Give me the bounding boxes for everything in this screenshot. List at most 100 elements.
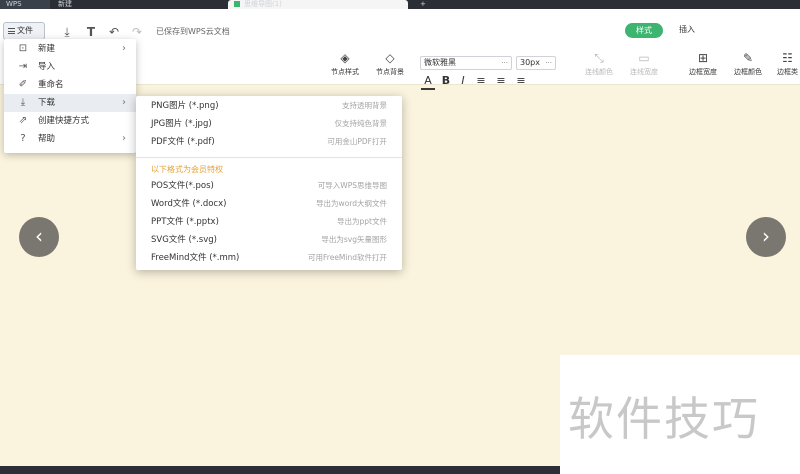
node-style-icon: ◈ xyxy=(340,51,350,65)
line-width-button[interactable]: ▭ 连线宽度 xyxy=(626,49,662,83)
download-docx[interactable]: Word文件 (*.docx) 导出为word大纲文件 xyxy=(136,195,402,213)
font-family-select[interactable]: 微软雅黑 ··· xyxy=(420,56,512,70)
border-width-label: 边框宽度 xyxy=(689,68,717,76)
format-hint: 导出为word大纲文件 xyxy=(316,198,387,208)
member-section-label: 以下格式为会员特权 xyxy=(151,164,223,174)
tab-mindmap-document[interactable]: 思维导图(1) xyxy=(228,0,408,9)
new-tab-button[interactable]: + xyxy=(414,0,428,9)
format-label: PPT文件 (*.pptx) xyxy=(151,216,219,227)
paint-bucket-icon: ◇ xyxy=(385,51,395,65)
format-hint: 可用金山PDF打开 xyxy=(327,137,387,147)
menu-item-download[interactable]: ⤓ 下载 › xyxy=(4,94,136,112)
download-freemind[interactable]: FreeMind文件 (*.mm) 可用FreeMind软件打开 xyxy=(136,249,402,267)
line-color-button[interactable]: ⤡ 连线颜色 xyxy=(581,49,617,83)
menu-item-label: 帮助 xyxy=(38,134,56,144)
format-label: PDF文件 (*.pdf) xyxy=(151,137,215,148)
border-color-button[interactable]: ✎ 边框颜色 xyxy=(730,49,766,83)
chevron-right-icon: › xyxy=(122,97,126,108)
watermark-text: 软件技巧 xyxy=(568,392,760,446)
format-label: FreeMind文件 (*.mm) xyxy=(151,253,240,264)
dropdown-icon: ··· xyxy=(545,59,552,67)
help-icon: ? xyxy=(20,133,26,144)
download-pdf[interactable]: PDF文件 (*.pdf) 可用金山PDF打开 xyxy=(136,133,402,151)
format-hint: 可用FreeMind软件打开 xyxy=(308,253,387,263)
menu-item-new[interactable]: ⊡ 新建 › xyxy=(4,40,136,58)
download-svg[interactable]: SVG文件 (*.svg) 导出为svg矢量图形 xyxy=(136,231,402,249)
format-hint: 导出为svg矢量图形 xyxy=(321,235,387,245)
node-style-button[interactable]: ◈ 节点样式 xyxy=(327,49,363,83)
font-size-select[interactable]: 30px ··· xyxy=(516,56,556,70)
format-hint: 支持透明背景 xyxy=(342,101,387,110)
menu-item-label: 创建快捷方式 xyxy=(38,116,90,126)
watermark: 软件技巧 xyxy=(560,355,800,474)
border-type-icon: ☷ xyxy=(782,51,793,65)
align-right-icon[interactable]: ≡ xyxy=(514,74,528,88)
mindmap-doc-icon xyxy=(234,1,240,7)
border-width-icon: ⊞ xyxy=(697,51,709,65)
undo-icon[interactable]: ↶ xyxy=(106,24,122,40)
format-label: SVG文件 (*.svg) xyxy=(151,235,217,246)
redo-icon[interactable]: ↷ xyxy=(129,24,145,40)
line-color-label: 连线颜色 xyxy=(585,68,613,76)
italic-button[interactable]: I xyxy=(456,74,470,88)
line-color-icon: ⤡ xyxy=(594,51,604,65)
border-type-button[interactable]: ☷ 边框类 xyxy=(775,49,800,83)
save-status: 已保存到WPS云文档 xyxy=(156,27,230,36)
menu-divider xyxy=(136,156,402,158)
status-bar xyxy=(0,466,560,474)
chevron-left-icon: ‹ xyxy=(35,224,43,248)
file-menu-button[interactable]: 文件 xyxy=(3,22,45,40)
format-label: Word文件 (*.docx) xyxy=(151,198,227,209)
menu-item-create-shortcut[interactable]: ⇗ 创建快捷方式 xyxy=(4,112,136,130)
format-label: JPG图片 (*.jpg) xyxy=(151,119,212,130)
tab-insert[interactable]: 插入 xyxy=(679,24,695,35)
format-hint: 导出为ppt文件 xyxy=(337,216,387,226)
line-width-label: 连线宽度 xyxy=(630,68,658,76)
download-png[interactable]: PNG图片 (*.png) 支持透明背景 xyxy=(136,97,402,115)
shortcut-icon: ⇗ xyxy=(18,115,28,126)
tab-doc-label: 思维导图(1) xyxy=(244,0,282,8)
file-menu-label: 文件 xyxy=(17,26,33,35)
pen-icon: ✎ xyxy=(742,51,754,65)
rename-icon: ✐ xyxy=(18,79,28,90)
font-family-value: 微软雅黑 xyxy=(424,58,456,67)
menu-item-help[interactable]: ? 帮助 › xyxy=(4,130,136,148)
node-style-label: 节点样式 xyxy=(331,68,359,76)
format-hint: 可导入WPS思维导图 xyxy=(317,180,387,190)
next-button[interactable]: › xyxy=(746,217,786,257)
font-color-button[interactable]: A xyxy=(421,74,435,90)
format-hint: 仅支持纯色背景 xyxy=(334,119,388,129)
node-background-label: 节点背景 xyxy=(376,68,404,76)
download-jpg[interactable]: JPG图片 (*.jpg) 仅支持纯色背景 xyxy=(136,115,402,133)
menu-item-rename[interactable]: ✐ 重命名 xyxy=(4,76,136,94)
chevron-right-icon: › xyxy=(762,224,770,248)
bold-button[interactable]: B xyxy=(439,74,453,88)
menu-item-label: 下载 xyxy=(38,98,56,108)
tab-style[interactable]: 样式 xyxy=(625,23,663,38)
previous-button[interactable]: ‹ xyxy=(19,217,59,257)
menu-item-import[interactable]: ⇥ 导入 xyxy=(4,58,136,76)
chevron-right-icon: › xyxy=(122,133,126,144)
dropdown-icon: ··· xyxy=(501,59,508,67)
download-pos[interactable]: POS文件(*.pos) 可导入WPS思维导图 xyxy=(136,177,402,195)
border-width-button[interactable]: ⊞ 边框宽度 xyxy=(685,49,721,83)
tab-wps[interactable]: WPS xyxy=(0,0,50,9)
align-center-icon[interactable]: ≡ xyxy=(494,74,508,88)
format-painter-icon[interactable]: T xyxy=(83,24,99,40)
menu-item-label: 重命名 xyxy=(38,80,64,90)
node-background-button[interactable]: ◇ 节点背景 xyxy=(372,49,408,83)
download-icon[interactable]: ⤓ xyxy=(59,24,75,40)
line-width-icon: ▭ xyxy=(638,51,650,65)
border-type-label: 边框类 xyxy=(777,68,798,76)
import-icon: ⇥ xyxy=(18,61,28,72)
tab-new[interactable]: 新建 xyxy=(52,0,112,9)
border-color-label: 边框颜色 xyxy=(734,68,762,76)
tab-bar: WPS 新建 思维导图(1) + xyxy=(0,0,800,9)
menu-item-label: 导入 xyxy=(38,62,56,72)
chevron-right-icon: › xyxy=(122,43,126,54)
new-file-icon: ⊡ xyxy=(18,43,28,54)
format-label: PNG图片 (*.png) xyxy=(151,101,219,111)
download-icon: ⤓ xyxy=(20,97,26,108)
download-pptx[interactable]: PPT文件 (*.pptx) 导出为ppt文件 xyxy=(136,213,402,231)
align-left-icon[interactable]: ≡ xyxy=(474,74,488,88)
